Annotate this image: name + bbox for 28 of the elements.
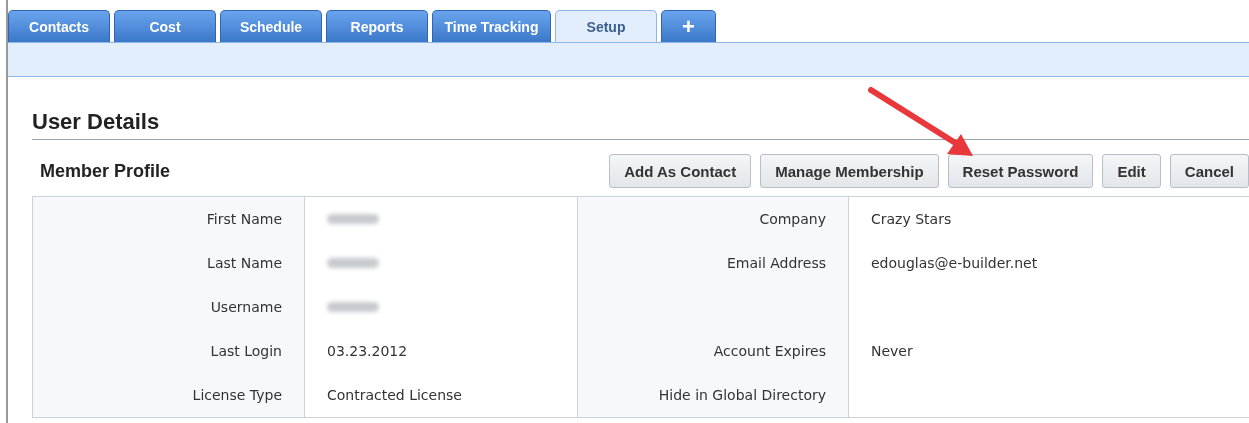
action-button[interactable]: Add As Contact bbox=[609, 154, 752, 188]
field-label: Company bbox=[578, 197, 848, 241]
tab[interactable]: Contacts bbox=[8, 10, 110, 42]
tab[interactable]: Cost bbox=[114, 10, 216, 42]
tab[interactable]: Setup bbox=[555, 10, 657, 42]
section-title: Member Profile bbox=[40, 160, 171, 182]
tab[interactable]: Schedule bbox=[220, 10, 322, 42]
field-value: Contracted License bbox=[327, 387, 462, 403]
field-label: First Name bbox=[33, 197, 304, 241]
field-value: Never bbox=[871, 343, 913, 359]
field-value: 03.23.2012 bbox=[327, 343, 408, 359]
action-button[interactable]: Cancel bbox=[1169, 154, 1249, 188]
tab[interactable]: Time Tracking bbox=[432, 10, 551, 42]
field-label: Username bbox=[33, 285, 304, 329]
tab[interactable]: Reports bbox=[326, 10, 428, 42]
action-button[interactable]: Edit bbox=[1102, 154, 1161, 188]
field-label: Hide in Global Directory bbox=[578, 373, 848, 417]
field-label: Account Expires bbox=[578, 329, 848, 373]
field-label: Last Login bbox=[33, 329, 304, 373]
field-value: edouglas@e-builder.net bbox=[871, 255, 1038, 271]
field-label: License Type bbox=[33, 373, 304, 417]
field-label: Last Name bbox=[33, 241, 304, 285]
action-button[interactable]: Manage Membership bbox=[760, 154, 939, 188]
tab[interactable]: + bbox=[661, 10, 716, 42]
field-label: Email Address bbox=[578, 241, 848, 285]
field-value: Crazy Stars bbox=[871, 211, 952, 227]
page-title: User Details bbox=[32, 109, 1249, 140]
action-button[interactable]: Reset Password bbox=[947, 154, 1094, 188]
